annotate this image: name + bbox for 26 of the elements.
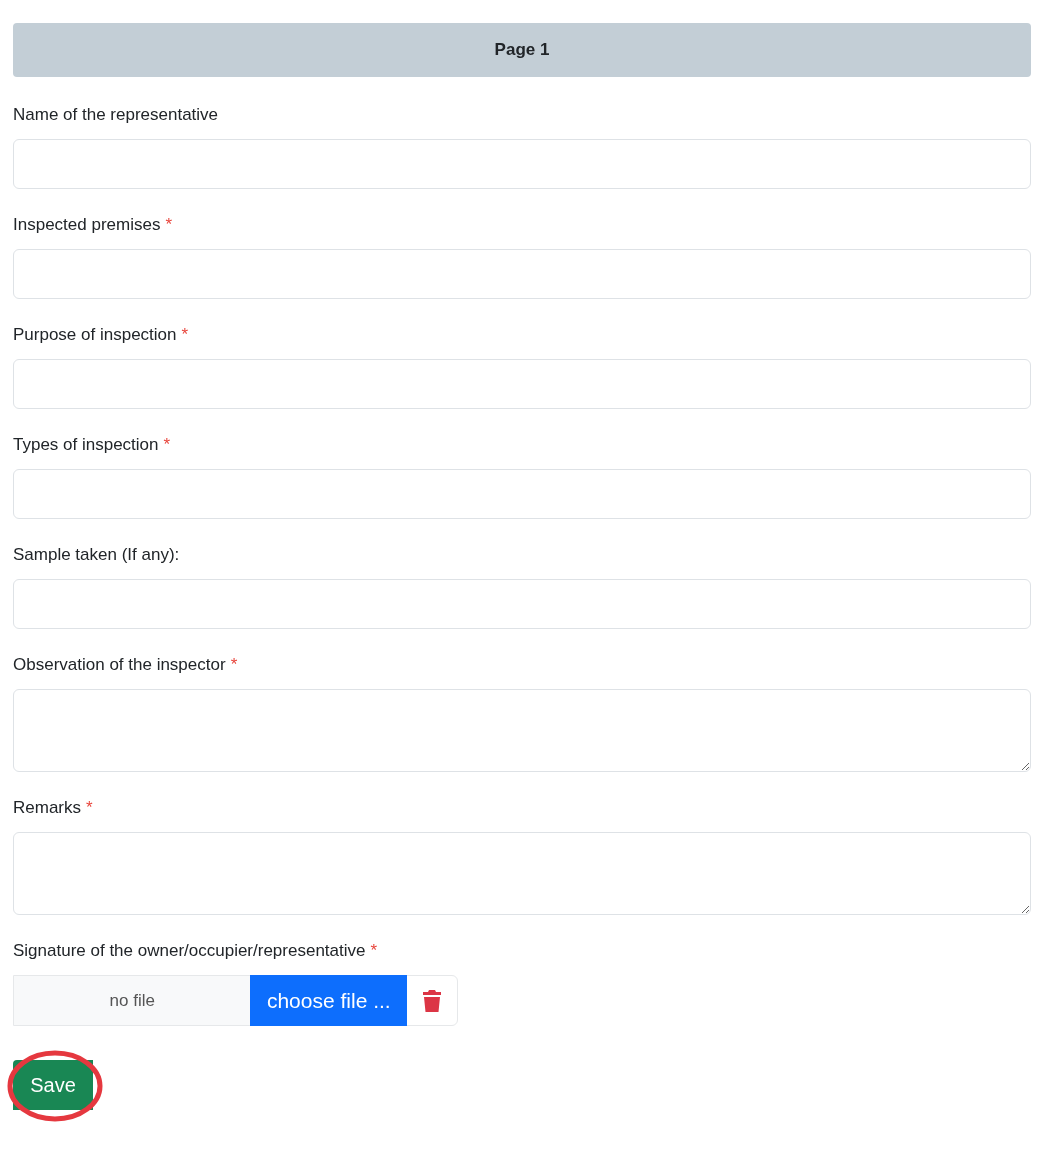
text-area[interactable] — [13, 832, 1031, 915]
text-area[interactable] — [13, 689, 1031, 772]
required-mark: * — [230, 654, 238, 676]
required-mark: * — [86, 797, 93, 819]
file-name: no file — [14, 976, 251, 1025]
choose-file-button[interactable]: choose file ... — [250, 975, 408, 1026]
field-label: Remarks — [13, 797, 81, 819]
text-field[interactable] — [13, 579, 1031, 629]
field-label: Name of the representative — [13, 104, 219, 126]
field-label: Observation of the inspector — [13, 654, 226, 676]
field-label: Inspected premises — [13, 214, 161, 236]
page-header: Page 1 — [13, 23, 1031, 77]
text-field[interactable] — [13, 139, 1031, 189]
field-label: Types of inspection — [13, 434, 159, 456]
save-button[interactable]: Save — [13, 1060, 93, 1110]
trash-icon[interactable] — [423, 989, 442, 1012]
text-field[interactable] — [13, 249, 1031, 299]
required-mark: * — [165, 214, 173, 236]
field-label: Sample taken (If any): — [13, 544, 180, 566]
required-mark: * — [370, 940, 378, 962]
text-field[interactable] — [13, 469, 1031, 519]
required-mark: * — [163, 434, 171, 456]
field-label: Purpose of inspection — [13, 324, 177, 346]
required-mark: * — [181, 324, 189, 346]
field-label: Signature of the owner/occupier/representative — [13, 940, 366, 962]
text-field[interactable] — [13, 359, 1031, 409]
